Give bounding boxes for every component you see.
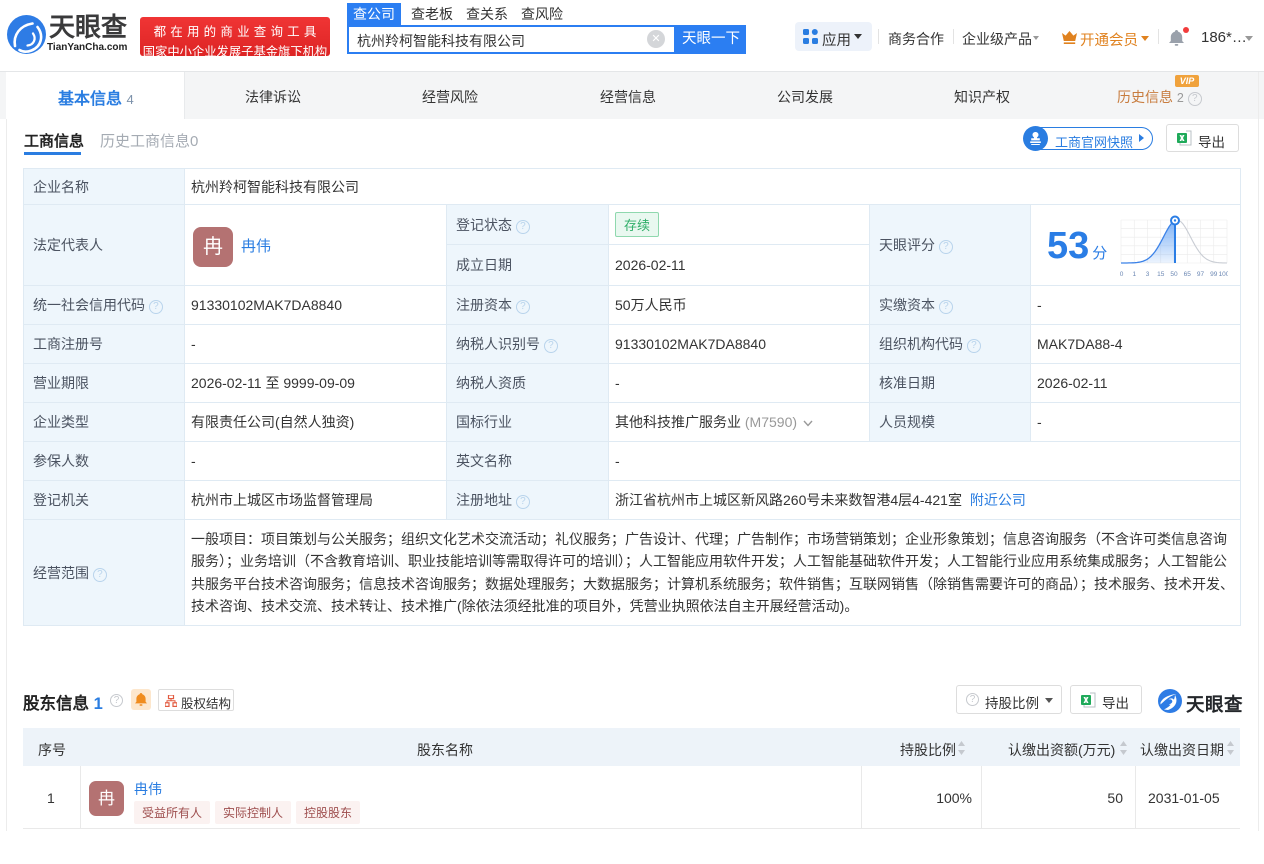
svg-text:15: 15 (1157, 271, 1165, 278)
svg-text:97: 97 (1197, 271, 1205, 278)
svg-text:0: 0 (1120, 271, 1124, 278)
svg-text:50: 50 (1170, 271, 1178, 278)
svg-text:65: 65 (1184, 271, 1192, 278)
svg-text:3: 3 (1146, 271, 1150, 278)
svg-text:100: 100 (1219, 271, 1228, 278)
svg-text:99: 99 (1210, 271, 1218, 278)
svg-text:1: 1 (1132, 271, 1136, 278)
